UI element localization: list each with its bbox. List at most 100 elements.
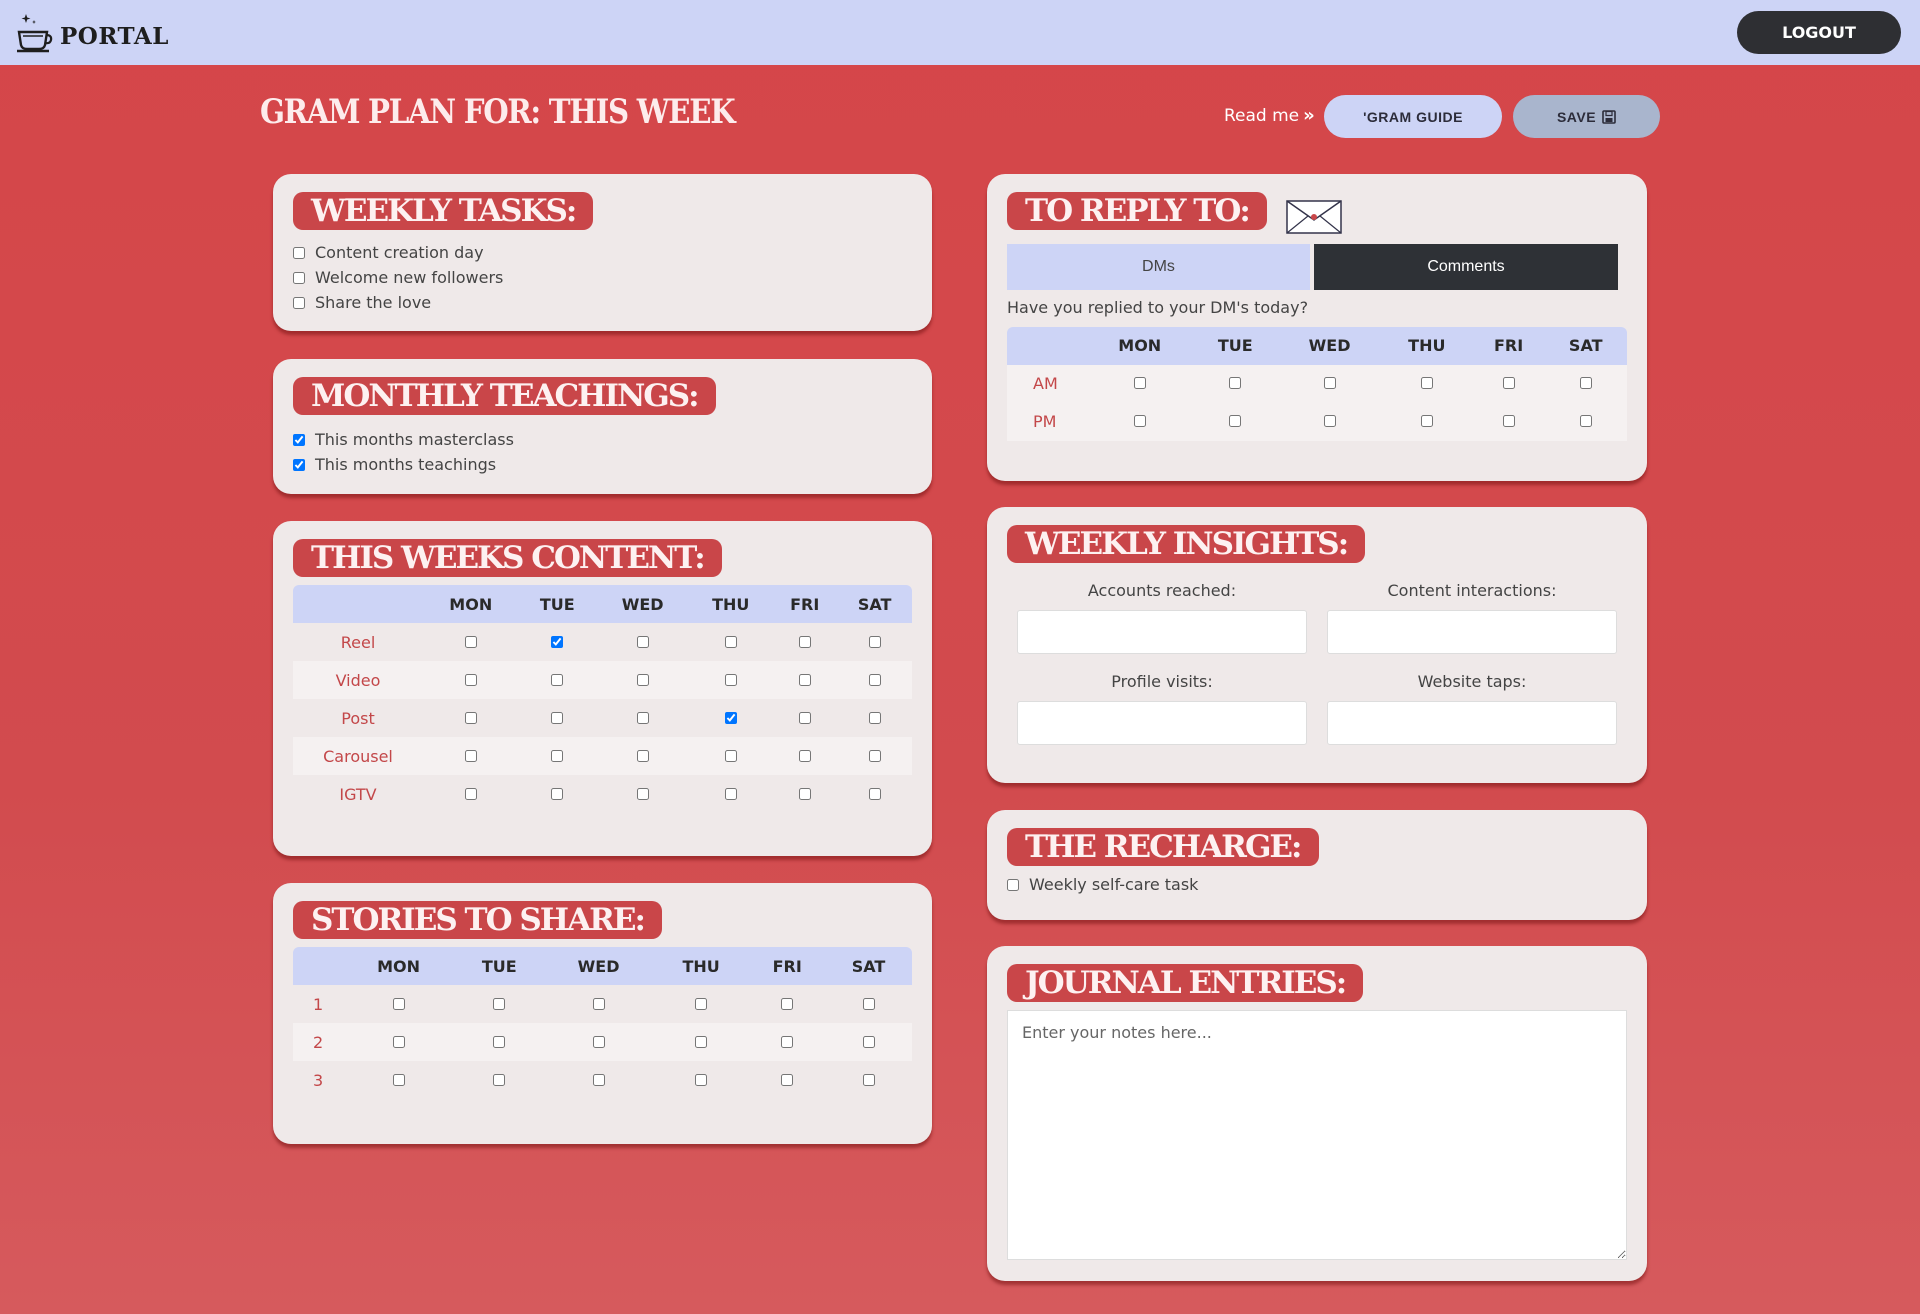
insight-input[interactable] [1017,610,1307,654]
day-checkbox[interactable] [1420,377,1433,389]
check-cell [689,775,772,813]
day-checkbox[interactable] [464,635,477,648]
day-checkbox[interactable] [724,711,737,724]
top-nav-bar: PORTAL LOGOUT [0,0,1920,65]
check-cell [772,775,837,813]
day-checkbox[interactable] [464,711,477,724]
checkbox[interactable] [293,271,305,284]
day-checkbox[interactable] [1420,415,1433,427]
day-checkbox[interactable] [695,997,708,1010]
day-checkbox[interactable] [392,1073,405,1086]
checklist-item[interactable]: This months teachings [293,452,912,477]
table-row: Carousel [293,737,912,775]
day-checkbox[interactable] [798,749,811,762]
day-checkbox[interactable] [862,1073,875,1086]
stories-card: STORIES TO SHARE: MON TUE WED THU FRI SAT 1 2 3 [273,883,932,1144]
checkbox[interactable] [293,296,305,309]
day-checkbox[interactable] [464,749,477,762]
day-checkbox[interactable] [695,1073,708,1086]
day-checkbox[interactable] [798,673,811,686]
day-checkbox[interactable] [695,1035,708,1048]
day-checkbox[interactable] [862,1035,875,1048]
day-checkbox[interactable] [724,635,737,648]
journal-textarea[interactable] [1007,1010,1627,1260]
insight-input[interactable] [1327,701,1617,745]
read-me-link[interactable]: Read me » [1224,105,1315,126]
checkbox[interactable] [293,433,305,446]
day-checkbox[interactable] [392,997,405,1010]
day-checkbox[interactable] [1133,415,1146,427]
day-checkbox[interactable] [392,1035,405,1048]
day-checkbox[interactable] [798,711,811,724]
check-cell [596,699,689,737]
day-checkbox[interactable] [464,787,477,800]
day-checkbox[interactable] [551,749,564,762]
day-checkbox[interactable] [781,1035,794,1048]
weeks-content-title: THIS WEEKS CONTENT: [293,539,722,577]
day-checkbox[interactable] [464,673,477,686]
day-checkbox[interactable] [1133,377,1146,389]
check-cell [825,1061,912,1099]
day-checkbox[interactable] [1323,415,1336,427]
day-header: WED [544,947,653,985]
day-checkbox[interactable] [781,997,794,1010]
tab-dms[interactable]: DMs [1007,243,1310,290]
day-checkbox[interactable] [724,749,737,762]
day-checkbox[interactable] [868,673,881,686]
portal-logo[interactable]: PORTAL [14,12,169,54]
table-row: Reel [293,623,912,661]
day-checkbox[interactable] [636,673,649,686]
day-checkbox[interactable] [636,635,649,648]
day-checkbox[interactable] [781,1073,794,1086]
save-button[interactable]: SAVE [1513,95,1660,138]
day-checkbox[interactable] [798,787,811,800]
tab-comments[interactable]: Comments [1314,243,1618,290]
day-checkbox[interactable] [1323,377,1336,389]
day-checkbox[interactable] [592,997,605,1010]
day-checkbox[interactable] [636,749,649,762]
day-checkbox[interactable] [724,673,737,686]
day-checkbox[interactable] [862,997,875,1010]
day-checkbox[interactable] [1579,415,1592,427]
day-checkbox[interactable] [493,997,506,1010]
day-checkbox[interactable] [1502,377,1515,389]
day-checkbox[interactable] [1579,377,1592,389]
day-checkbox[interactable] [592,1035,605,1048]
checklist-item[interactable]: This months masterclass [293,427,912,452]
day-checkbox[interactable] [493,1035,506,1048]
checklist-item[interactable]: Share the love [293,290,912,315]
day-checkbox[interactable] [551,635,564,648]
day-checkbox[interactable] [868,749,881,762]
day-checkbox[interactable] [592,1073,605,1086]
day-checkbox[interactable] [551,711,564,724]
day-checkbox[interactable] [724,787,737,800]
day-header: MON [423,585,519,623]
insight-input[interactable] [1327,610,1617,654]
checklist-item-label: This months masterclass [315,430,514,449]
day-checkbox[interactable] [636,787,649,800]
checklist-item[interactable]: Welcome new followers [293,265,912,290]
day-checkbox[interactable] [636,711,649,724]
checkbox[interactable] [293,246,305,259]
checkbox[interactable] [293,458,305,471]
day-checkbox[interactable] [551,787,564,800]
day-checkbox[interactable] [868,787,881,800]
check-cell [772,737,837,775]
day-checkbox[interactable] [551,673,564,686]
day-checkbox[interactable] [798,635,811,648]
day-checkbox[interactable] [868,635,881,648]
logout-button[interactable]: LOGOUT [1737,11,1901,54]
table-row: Video [293,661,912,699]
insight-input[interactable] [1017,701,1307,745]
day-checkbox[interactable] [868,711,881,724]
gram-guide-button[interactable]: 'GRAM GUIDE [1324,95,1502,138]
row-label: PM [1033,412,1057,431]
day-checkbox[interactable] [1502,415,1515,427]
checkbox[interactable] [1007,878,1019,891]
day-checkbox[interactable] [1229,415,1242,427]
day-checkbox[interactable] [1229,377,1242,389]
day-checkbox[interactable] [493,1073,506,1086]
checklist-item[interactable]: Content creation day [293,240,912,265]
recharge-title: THE RECHARGE: [1007,828,1319,866]
checklist-item[interactable]: Weekly self-care task [1007,872,1627,897]
